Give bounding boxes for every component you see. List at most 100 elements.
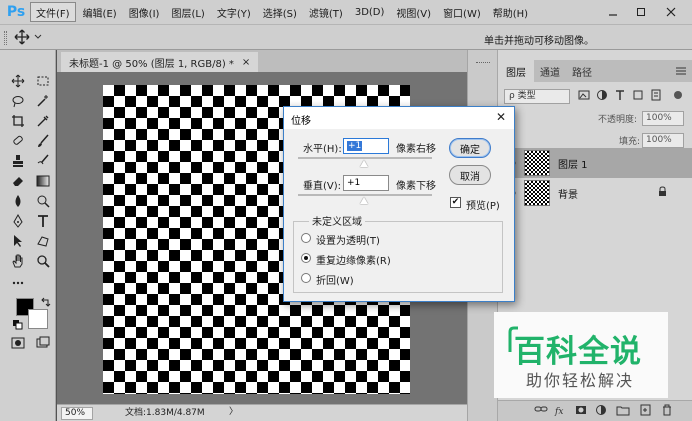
adjustment-layer-icon[interactable] bbox=[594, 404, 608, 418]
offset-dialog: 位移 ✕ 水平(H): +1 像素右移 垂直(V): +1 像素下移 确定 取消… bbox=[283, 106, 515, 302]
zoom-level-field[interactable]: 50% bbox=[61, 407, 93, 420]
fill-field[interactable]: 100% bbox=[642, 133, 684, 148]
menu-select[interactable]: 选择(S) bbox=[258, 2, 302, 22]
menu-edit[interactable]: 编辑(E) bbox=[78, 2, 122, 22]
layers-footer: fx bbox=[498, 400, 692, 421]
dodge-icon[interactable] bbox=[34, 192, 52, 210]
radio-wrap-around-label[interactable]: 折回(W) bbox=[316, 272, 354, 287]
cancel-button[interactable]: 取消 bbox=[449, 165, 491, 185]
radio-wrap-around[interactable] bbox=[301, 273, 311, 283]
menu-window[interactable]: 窗口(W) bbox=[438, 2, 486, 22]
panel-menu-icon[interactable] bbox=[675, 66, 687, 79]
history-brush-icon[interactable] bbox=[34, 152, 52, 170]
menu-image[interactable]: 图像(I) bbox=[124, 2, 165, 22]
add-mask-icon[interactable] bbox=[574, 404, 588, 418]
layer-name-layer1[interactable]: 图层 1 bbox=[558, 156, 588, 171]
options-bar: 单击并拖动可移动图像。 bbox=[0, 24, 692, 50]
restore-icon[interactable] bbox=[630, 0, 652, 24]
magic-wand-icon[interactable] bbox=[34, 92, 52, 110]
delete-layer-icon[interactable] bbox=[660, 404, 674, 418]
horizontal-slider-thumb[interactable] bbox=[360, 160, 368, 167]
quick-mask-icon[interactable] bbox=[9, 334, 27, 352]
tab-paths[interactable]: 路径 bbox=[564, 60, 600, 82]
default-colors-icon[interactable] bbox=[9, 316, 27, 334]
menu-type[interactable]: 文字(Y) bbox=[212, 2, 256, 22]
hand-icon[interactable] bbox=[9, 252, 27, 270]
shape-filter-icon[interactable] bbox=[630, 89, 646, 105]
ok-button[interactable]: 确定 bbox=[449, 138, 491, 158]
grip-handle[interactable] bbox=[4, 31, 7, 45]
opacity-field[interactable]: 100% bbox=[642, 111, 684, 126]
pen-icon[interactable] bbox=[9, 212, 27, 230]
layer-row-background[interactable]: 背景 bbox=[498, 178, 692, 208]
type-filter-icon[interactable] bbox=[612, 89, 628, 105]
preview-checkbox[interactable]: ✔ bbox=[450, 197, 461, 208]
menu-view[interactable]: 视图(V) bbox=[391, 2, 436, 22]
vertical-slider-track[interactable] bbox=[298, 194, 432, 196]
more-tools-icon[interactable] bbox=[9, 274, 27, 292]
menu-file[interactable]: 文件(F) bbox=[30, 2, 76, 22]
minimize-icon[interactable] bbox=[602, 0, 624, 24]
menu-layer[interactable]: 图层(L) bbox=[166, 2, 209, 22]
document-tab-bar: 未标题-1 @ 50% (图层 1, RGB/8) * × bbox=[57, 50, 467, 72]
layer-name-background[interactable]: 背景 bbox=[558, 186, 578, 201]
swap-colors-icon[interactable] bbox=[37, 294, 55, 312]
healing-brush-icon[interactable] bbox=[9, 132, 27, 150]
tab-layers[interactable]: 图层 bbox=[498, 60, 534, 82]
marquee-icon[interactable] bbox=[34, 72, 52, 90]
pixel-filter-icon[interactable] bbox=[576, 89, 592, 105]
layer-thumbnail[interactable] bbox=[524, 180, 550, 206]
horizontal-input[interactable]: +1 bbox=[343, 138, 389, 154]
radio-transparent[interactable] bbox=[301, 233, 311, 243]
blur-icon[interactable] bbox=[9, 192, 27, 210]
brush-icon[interactable] bbox=[34, 132, 52, 150]
gradient-icon[interactable] bbox=[34, 172, 52, 190]
status-bar: 50% 文档:1.83M/4.87M 〉 bbox=[57, 404, 467, 421]
filter-toggle-icon[interactable] bbox=[670, 89, 686, 105]
tab-channels[interactable]: 通道 bbox=[532, 60, 568, 82]
link-layers-icon[interactable] bbox=[534, 404, 548, 418]
horizontal-slider-track[interactable] bbox=[298, 157, 432, 159]
menu-bar: Ps 文件(F) 编辑(E) 图像(I) 图层(L) 文字(Y) 选择(S) 滤… bbox=[0, 0, 692, 24]
strip-grip[interactable] bbox=[476, 62, 490, 64]
adjustment-filter-icon[interactable] bbox=[594, 89, 610, 105]
status-menu-arrow[interactable]: 〉 bbox=[229, 406, 238, 419]
preview-label[interactable]: 预览(P) bbox=[466, 197, 500, 212]
new-group-icon[interactable] bbox=[616, 404, 630, 418]
watermark-title: 百科全说 bbox=[514, 334, 642, 370]
vertical-slider-thumb[interactable] bbox=[360, 197, 368, 204]
eraser-icon[interactable] bbox=[9, 172, 27, 190]
menu-help[interactable]: 帮助(H) bbox=[488, 2, 533, 22]
close-window-icon[interactable] bbox=[660, 0, 682, 24]
close-tab-icon[interactable]: × bbox=[242, 57, 250, 68]
move-tool-icon[interactable] bbox=[14, 28, 46, 46]
zoom-icon[interactable] bbox=[34, 252, 52, 270]
vertical-input[interactable]: +1 bbox=[343, 175, 389, 191]
radio-repeat-edge-label[interactable]: 重复边缘像素(R) bbox=[316, 252, 391, 267]
move-icon[interactable] bbox=[9, 72, 27, 90]
background-color[interactable] bbox=[28, 309, 48, 329]
new-layer-icon[interactable] bbox=[638, 404, 652, 418]
radio-repeat-edge[interactable] bbox=[301, 253, 311, 263]
custom-shape-icon[interactable] bbox=[34, 232, 52, 250]
radio-transparent-label[interactable]: 设置为透明(T) bbox=[316, 232, 380, 247]
horizontal-input-value: +1 bbox=[347, 141, 363, 151]
eyedropper-icon[interactable] bbox=[34, 112, 52, 130]
smart-object-filter-icon[interactable] bbox=[648, 89, 664, 105]
kind-filter-select[interactable]: ρ 类型 bbox=[504, 89, 570, 104]
layer-thumbnail[interactable] bbox=[524, 150, 550, 176]
layer-style-icon[interactable]: fx bbox=[554, 404, 568, 418]
crop-icon[interactable] bbox=[9, 112, 27, 130]
document-tab-title: 未标题-1 @ 50% (图层 1, RGB/8) * bbox=[69, 58, 234, 70]
dialog-titlebar[interactable]: 位移 ✕ bbox=[284, 107, 514, 129]
screen-mode-icon[interactable] bbox=[34, 334, 52, 352]
menu-filter[interactable]: 滤镜(T) bbox=[304, 2, 348, 22]
type-icon[interactable] bbox=[34, 212, 52, 230]
lasso-icon[interactable] bbox=[9, 92, 27, 110]
clone-stamp-icon[interactable] bbox=[9, 152, 27, 170]
dialog-close-icon[interactable]: ✕ bbox=[496, 111, 506, 124]
menu-3d[interactable]: 3D(D) bbox=[350, 2, 390, 22]
path-selection-icon[interactable] bbox=[9, 232, 27, 250]
document-tab[interactable]: 未标题-1 @ 50% (图层 1, RGB/8) * × bbox=[61, 52, 259, 72]
layer-row-layer1[interactable]: 图层 1 bbox=[498, 148, 692, 178]
